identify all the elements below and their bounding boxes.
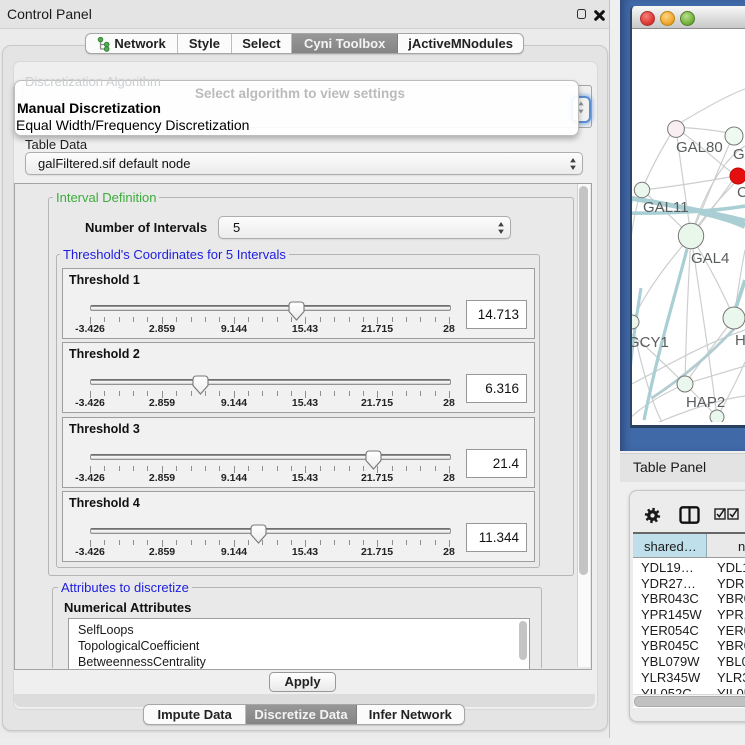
svg-text:GAL11: GAL11	[643, 199, 689, 216]
svg-text:GA: GA	[733, 146, 745, 163]
svg-text:GAL80: GAL80	[676, 139, 723, 156]
svg-text:H: H	[735, 332, 745, 349]
svg-text:C: C	[737, 184, 745, 201]
svg-text:GAL4: GAL4	[691, 250, 729, 267]
svg-text:HAP2: HAP2	[686, 394, 725, 411]
svg-text:GCY1: GCY1	[632, 334, 669, 351]
